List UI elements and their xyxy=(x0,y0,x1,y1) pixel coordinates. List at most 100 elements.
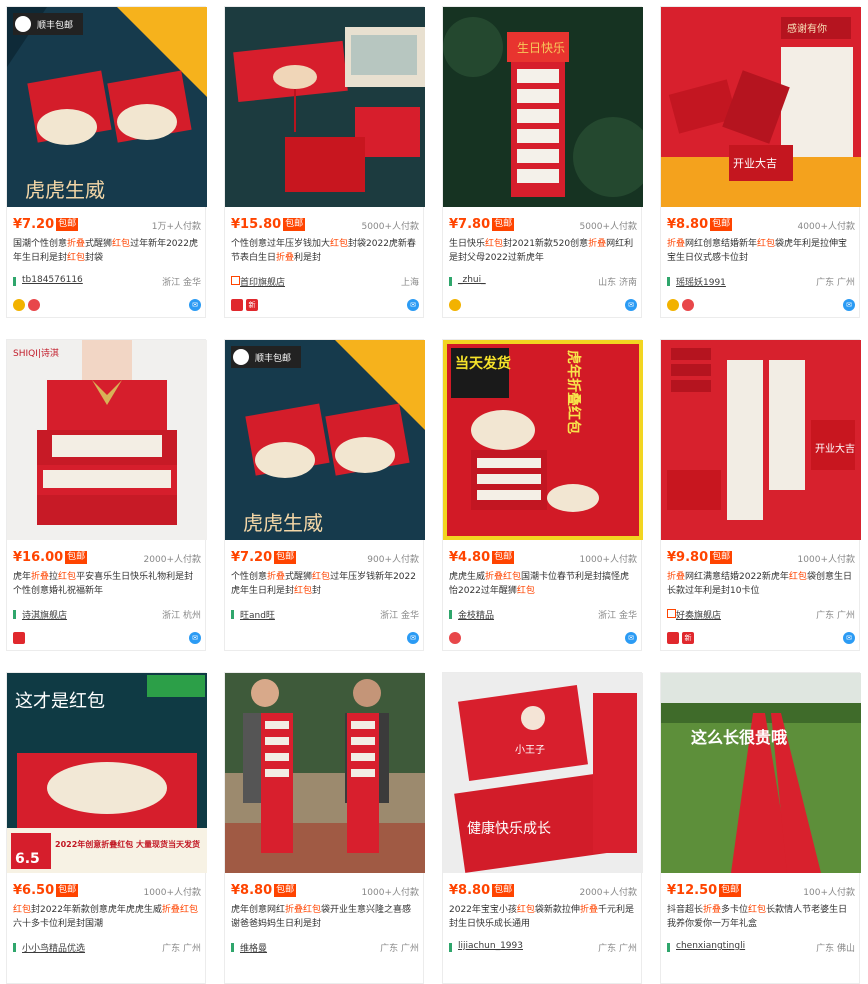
product-image[interactable] xyxy=(225,673,425,873)
product-title[interactable]: 虎虎生威折叠红包国潮卡位春节利是封搞怪虎怡2022过年醒狮红包 xyxy=(449,570,635,602)
sales-count: 2000+人付款 xyxy=(579,888,637,898)
product-image[interactable]: 顺丰包邮 虎虎生威 xyxy=(7,7,207,207)
free-shipping-badge: 包邮 xyxy=(56,884,79,897)
price: ¥8.80 包邮 xyxy=(667,217,733,232)
shop-link[interactable]: lijiachun_1993 xyxy=(458,941,523,951)
shop-icon xyxy=(449,277,452,286)
product-title[interactable]: 折叠网红创意结婚新年红包袋虎年利是拉伸宝宝生日仪式感卡位封 xyxy=(667,237,853,269)
product-card[interactable]: 顺丰包邮 虎虎生威 ¥7.20 包邮 900+人付款 个性创意折叠式醒狮红包过年压… xyxy=(224,339,425,651)
shop-link[interactable]: 好奏旗舰店 xyxy=(676,608,721,621)
svg-text:6.5: 6.5 xyxy=(15,851,40,867)
free-shipping-badge: 包邮 xyxy=(710,551,733,564)
free-shipping-badge: 包邮 xyxy=(274,551,297,564)
product-title[interactable]: 虎年创意网红折叠红包袋开业生意兴隆之喜感谢爸爸妈妈生日利是封 xyxy=(231,903,417,935)
sales-count: 1000+人付款 xyxy=(579,555,637,565)
chat-icon[interactable]: ✉ xyxy=(407,299,419,311)
product-title[interactable]: 虎年折叠拉红包平安喜乐生日快乐礼物利是封个性创意婚礼祝福新年 xyxy=(13,570,199,602)
flower-icon xyxy=(449,632,461,644)
shop-link[interactable]: 小小鸟精品优选 xyxy=(22,941,85,954)
free-shipping-badge: 包邮 xyxy=(492,551,515,564)
shop-link[interactable]: tb184576116 xyxy=(22,275,83,285)
shop-icon xyxy=(667,277,670,286)
chat-icon[interactable]: ✉ xyxy=(407,632,419,644)
product-image[interactable]: 感谢有你 开业大吉 xyxy=(661,7,861,207)
shop-icon xyxy=(13,943,16,952)
shop-link[interactable]: 维格曼 xyxy=(240,941,267,954)
product-title[interactable]: 2022年宝宝小孩红包袋新款拉伸折叠千元利是封生日快乐成长通用 xyxy=(449,903,635,935)
product-image[interactable]: 开业大吉 xyxy=(661,340,861,540)
product-title[interactable]: 个性创意过年压岁钱加大红包封袋2022虎新春节表白生日折叠利是封 xyxy=(231,237,417,269)
shop-link[interactable]: chenxiangtingli xyxy=(676,941,745,951)
free-shipping-badge: 包邮 xyxy=(492,884,515,897)
product-image[interactable]: 当天发货 虎年折叠红包 xyxy=(443,340,643,540)
product-card[interactable]: 这么长很贵哦 ¥12.50 包邮 100+人付款 抖音超长折叠多卡位红包长款情人节… xyxy=(660,672,861,984)
sales-count: 2000+人付款 xyxy=(143,555,201,565)
location: 广东 广州 xyxy=(598,944,637,954)
product-title[interactable]: 生日快乐红包封2021新款520创意折叠网红利是封父母2022过新虎年 xyxy=(449,237,635,269)
image-caption: 虎虎生威 xyxy=(25,178,105,202)
product-card[interactable]: SHIQI|诗淇 ¥16.00 包邮 2000+人付款 虎年折叠拉红包平安喜乐生日… xyxy=(6,339,207,651)
chat-icon[interactable]: ✉ xyxy=(625,632,637,644)
product-card[interactable]: 顺丰包邮 虎虎生威 ¥7.20 包邮 1万+人付款 国潮个性创意折叠式醒狮红包过年… xyxy=(6,6,207,318)
shop-icon xyxy=(231,943,234,952)
chat-icon[interactable]: ✉ xyxy=(843,299,855,311)
product-card[interactable]: ¥15.80 包邮 5000+人付款 个性创意过年压岁钱加大红包封袋2022虎新春… xyxy=(224,6,425,318)
product-card[interactable]: ¥8.80 包邮 1000+人付款 虎年创意网红折叠红包袋开业生意兴隆之喜感谢爸爸… xyxy=(224,672,425,984)
new-icon: 新 xyxy=(246,299,258,311)
chat-icon[interactable]: ✉ xyxy=(189,632,201,644)
product-title[interactable]: 折叠网红满意结婚2022新虎年红包袋创意生日长款过年利是封10卡位 xyxy=(667,570,853,602)
location: 广东 广州 xyxy=(816,611,855,621)
product-image[interactable]: 生日快乐 xyxy=(443,7,643,207)
shop-link[interactable]: 首印旗舰店 xyxy=(240,275,285,288)
product-card[interactable]: 这才是红包 6.5 2022年创意折叠红包 大量现货当天发货 ¥6.50 包邮 1… xyxy=(6,672,207,984)
product-card[interactable]: 生日快乐 ¥7.80 包邮 5000+人付款 生日快乐红包封2021新款520创意… xyxy=(442,6,643,318)
free-shipping-badge: 包邮 xyxy=(274,884,297,897)
location: 浙江 金华 xyxy=(162,278,201,288)
brand-logo: SHIQI|诗淇 xyxy=(13,348,59,359)
price: ¥6.50 包邮 xyxy=(13,883,79,898)
flower-icon xyxy=(682,299,694,311)
shop-link[interactable]: 诗淇旗舰店 xyxy=(22,608,67,621)
product-card[interactable]: 小王子 健康快乐成长 ¥8.80 包邮 2000+人付款 2022年宝宝小孩红包袋… xyxy=(442,672,643,984)
price: ¥16.00 包邮 xyxy=(13,550,88,565)
product-title[interactable]: 国潮个性创意折叠式醒狮红包过年新年2022虎年生日利是封红包封袋 xyxy=(13,237,199,269)
location: 浙江 金华 xyxy=(598,611,637,621)
free-shipping-badge: 包邮 xyxy=(710,218,733,231)
free-shipping-badge: 包邮 xyxy=(719,884,742,897)
product-image[interactable]: 顺丰包邮 虎虎生威 xyxy=(225,340,425,540)
shop-link[interactable]: _zhui_ xyxy=(458,275,486,285)
chat-icon[interactable]: ✉ xyxy=(625,299,637,311)
image-top-text: 当天发货 xyxy=(455,355,511,372)
product-card[interactable]: 开业大吉 ¥9.80 包邮 1000+人付款 折叠网红满意结婚2022新虎年红包袋… xyxy=(660,339,861,651)
product-image[interactable]: SHIQI|诗淇 xyxy=(7,340,207,540)
shop-link[interactable]: 金枝精品 xyxy=(458,608,494,621)
location: 广东 佛山 xyxy=(816,944,855,954)
image-top-text: 感谢有你 xyxy=(787,22,827,35)
price: ¥12.50 包邮 xyxy=(667,883,742,898)
product-card[interactable]: 当天发货 虎年折叠红包 ¥4.80 包邮 1000+人付款 虎虎生威折叠红包国潮卡… xyxy=(442,339,643,651)
product-image[interactable]: 这么长很贵哦 xyxy=(661,673,861,873)
chat-icon[interactable]: ✉ xyxy=(189,299,201,311)
chat-icon[interactable]: ✉ xyxy=(843,632,855,644)
medal-icon xyxy=(13,299,25,311)
shop-icon xyxy=(231,610,234,619)
product-image[interactable]: 这才是红包 6.5 2022年创意折叠红包 大量现货当天发货 xyxy=(7,673,207,873)
image-top-text: 2022年创意折叠红包 大量现货当天发货 xyxy=(55,839,200,849)
product-title[interactable]: 红包封2022年新款创意虎年虎虎生威折叠红包六十多卡位利是封国潮 xyxy=(13,903,199,935)
sales-count: 900+人付款 xyxy=(367,555,419,565)
location: 浙江 金华 xyxy=(380,611,419,621)
product-title[interactable]: 抖音超长折叠多卡位红包长款情人节老婆生日我养你爱你一万年礼盒 xyxy=(667,903,853,935)
shop-link[interactable]: 旺and旺 xyxy=(240,608,275,621)
sales-count: 4000+人付款 xyxy=(797,222,855,232)
product-card[interactable]: 感谢有你 开业大吉 ¥8.80 包邮 4000+人付款 折叠网红创意结婚新年红包袋… xyxy=(660,6,861,318)
product-image[interactable] xyxy=(225,7,425,207)
product-title[interactable]: 个性创意折叠式醒狮红包过年压岁钱新年2022虎年生日利是封红包封 xyxy=(231,570,417,602)
product-image[interactable]: 小王子 健康快乐成长 xyxy=(443,673,643,873)
image-caption: 生日快乐 xyxy=(517,41,565,55)
flower-icon xyxy=(28,299,40,311)
store-icon xyxy=(667,609,676,618)
image-caption: 这才是红包 xyxy=(15,691,105,712)
medal-icon xyxy=(667,299,679,311)
sales-count: 1万+人付款 xyxy=(151,222,201,232)
shop-link[interactable]: 瑶瑶妖1991 xyxy=(676,275,726,288)
